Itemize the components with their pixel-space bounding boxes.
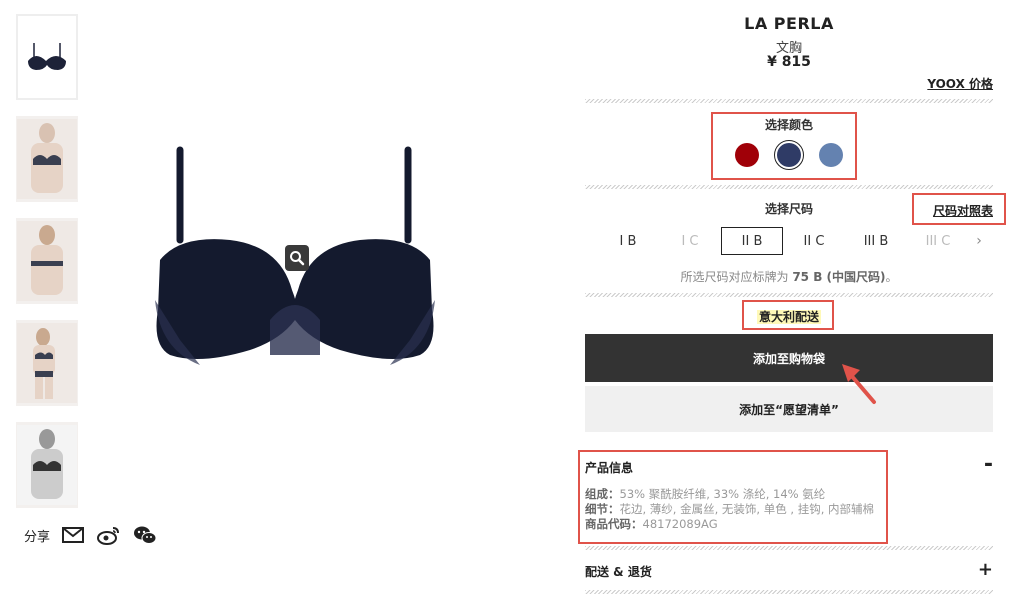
divider — [585, 590, 993, 594]
size-option[interactable]: II B — [721, 227, 783, 255]
mail-icon[interactable] — [60, 524, 86, 546]
expand-icon[interactable]: + — [978, 559, 993, 580]
size-option[interactable]: III B — [845, 227, 907, 255]
magnifier-icon — [290, 251, 305, 266]
swatch-blue[interactable] — [816, 140, 846, 170]
divider — [585, 185, 993, 189]
divider — [585, 546, 993, 550]
divider — [585, 99, 993, 103]
color-select-label: 选择颜色 — [764, 118, 813, 132]
size-chart-link[interactable]: 尺码对照表 — [933, 202, 993, 219]
swatch-navy[interactable] — [774, 140, 804, 170]
add-to-wishlist-button[interactable]: 添加至“愿望清单” — [585, 386, 993, 432]
delivery-returns-title[interactable]: 配送 & 退货 — [585, 563, 652, 580]
add-to-bag-button[interactable]: 添加至购物袋 — [585, 334, 993, 382]
size-option[interactable]: III C — [907, 227, 969, 255]
thumbnail-2[interactable] — [16, 116, 78, 202]
collapse-icon[interactable]: - — [984, 454, 993, 476]
shipping-origin: 意大利配送 — [756, 310, 821, 324]
share-label: 分享 — [24, 529, 51, 545]
thumbnail-list — [16, 14, 80, 524]
size-note: 所选尺码对应标牌为 75 B (中国尺码)。 — [680, 270, 898, 284]
weibo-icon[interactable] — [96, 524, 122, 546]
swatch-red[interactable] — [732, 140, 762, 170]
yoox-price-link[interactable]: YOOX 价格 — [927, 75, 993, 92]
product-price: ¥ 815 — [767, 54, 811, 70]
size-note-value: 75 B (中国尺码) — [792, 270, 886, 284]
size-select-label: 选择尺码 — [764, 202, 813, 216]
divider — [585, 293, 993, 297]
chevron-right-icon[interactable]: › — [969, 233, 989, 249]
zoom-button[interactable] — [285, 245, 309, 271]
wechat-icon[interactable] — [132, 524, 158, 546]
product-info-title[interactable]: 产品信息 — [585, 459, 633, 476]
share-bar: 分享 — [24, 524, 158, 546]
thumbnail-1[interactable] — [16, 14, 78, 100]
size-option[interactable]: I B — [597, 227, 659, 255]
thumbnail-5[interactable] — [16, 422, 78, 508]
annotation-arrow-icon — [842, 364, 876, 404]
color-swatches — [585, 140, 993, 170]
size-options: I B I C II B II C III B III C › — [597, 227, 993, 255]
thumbnail-4[interactable] — [16, 320, 78, 406]
size-option[interactable]: I C — [659, 227, 721, 255]
brand-name: LA PERLA — [744, 14, 834, 33]
thumbnail-3[interactable] — [16, 218, 78, 304]
size-option[interactable]: II C — [783, 227, 845, 255]
product-info-details: 组成：53% 聚酰胺纤维, 33% 涤纶, 14% 氨纶 细节：花边, 薄纱, … — [585, 487, 875, 531]
